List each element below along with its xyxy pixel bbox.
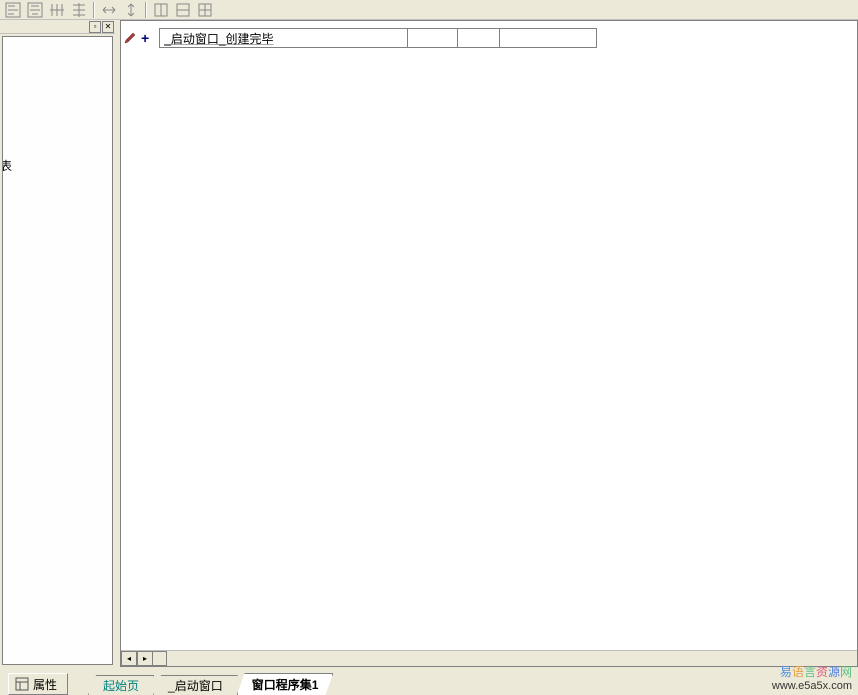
- properties-label: 属性: [33, 676, 57, 693]
- tab-label: 窗口程序集1: [252, 676, 319, 693]
- distribute-h-icon[interactable]: [46, 1, 68, 19]
- watermark: 易语言资源网 www.e5a5x.com: [772, 665, 852, 693]
- watermark-line2: www.e5a5x.com: [772, 680, 852, 693]
- grid-1-icon[interactable]: [150, 1, 172, 19]
- scroll-track[interactable]: [153, 651, 167, 666]
- panel-dock-icon[interactable]: ▫: [89, 21, 101, 33]
- toolbar-separator: [93, 2, 95, 18]
- grid-3-icon[interactable]: [194, 1, 216, 19]
- document-tabs: 起始页 _启动窗口 窗口程序集1: [88, 673, 332, 695]
- scroll-left-icon[interactable]: ◂: [121, 651, 137, 666]
- editor-wrap: + _启动窗口_创建完毕 ◂ ▸: [120, 20, 858, 667]
- height-icon[interactable]: [120, 1, 142, 19]
- scroll-right-icon[interactable]: ▸: [137, 651, 153, 666]
- panel-header: ▫ ✕: [0, 20, 115, 34]
- horizontal-scrollbar: ◂ ▸: [121, 650, 857, 666]
- toolbar-separator: [145, 2, 147, 18]
- editor-row: + _启动窗口_创建完毕: [123, 28, 597, 48]
- properties-tab[interactable]: 属性: [8, 673, 68, 695]
- editor-cells: _启动窗口_创建完毕: [159, 28, 597, 48]
- pencil-icon: [123, 31, 137, 45]
- proc-name-cell[interactable]: _启动窗口_创建完毕: [159, 28, 407, 48]
- watermark-line1: 易语言资源网: [772, 665, 852, 679]
- width-icon[interactable]: [98, 1, 120, 19]
- align-left-icon[interactable]: [2, 1, 24, 19]
- align-center-icon[interactable]: [24, 1, 46, 19]
- proc-cell-3[interactable]: [457, 28, 499, 48]
- tab-startup-window[interactable]: _启动窗口: [153, 675, 238, 695]
- proc-name-text: _启动窗口_创建完毕: [164, 30, 273, 47]
- left-panel: ▫ ✕ 表: [0, 20, 115, 667]
- tab-label: _启动窗口: [168, 677, 223, 694]
- expand-icon[interactable]: +: [141, 31, 149, 45]
- properties-icon: [15, 677, 29, 691]
- code-editor[interactable]: + _启动窗口_创建完毕 ◂ ▸: [120, 20, 858, 667]
- bottom-bar: 属性 起始页 _启动窗口 窗口程序集1: [0, 667, 858, 695]
- tab-window-proc-set[interactable]: 窗口程序集1: [237, 673, 334, 695]
- grid-2-icon[interactable]: [172, 1, 194, 19]
- panel-body: 表: [2, 36, 113, 665]
- toolbar: [0, 0, 858, 20]
- panel-clipped-text: 表: [2, 157, 12, 174]
- main-area: ▫ ✕ 表 + _启动窗口_创建完毕: [0, 20, 858, 667]
- distribute-v-icon[interactable]: [68, 1, 90, 19]
- panel-close-icon[interactable]: ✕: [102, 21, 114, 33]
- tab-start-page[interactable]: 起始页: [88, 675, 154, 695]
- proc-cell-4[interactable]: [499, 28, 597, 48]
- proc-cell-2[interactable]: [407, 28, 457, 48]
- tab-label: 起始页: [103, 677, 139, 694]
